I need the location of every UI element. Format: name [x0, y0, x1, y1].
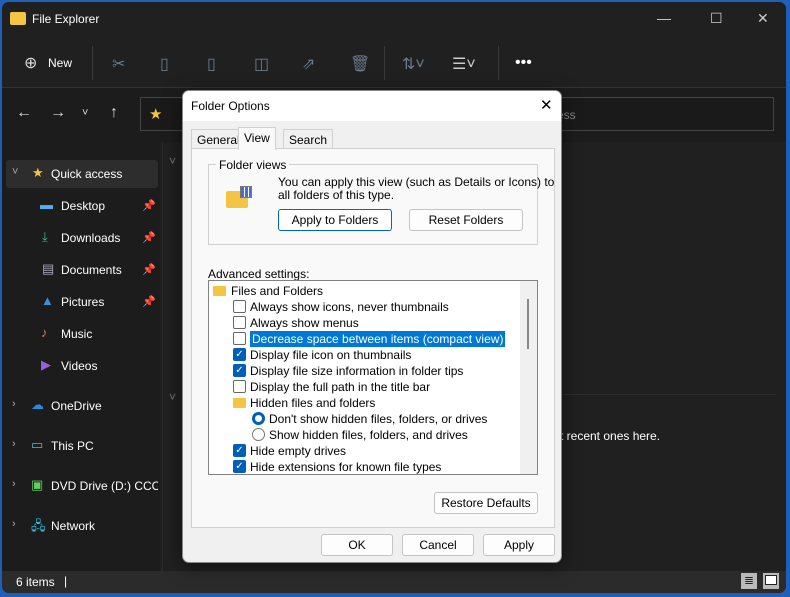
download-icon: ⤓ — [42, 229, 48, 244]
tab-view[interactable]: View — [238, 127, 276, 150]
tiles-view-button[interactable] — [763, 573, 779, 589]
more-icon[interactable]: ••• — [515, 54, 532, 72]
folder-icon — [213, 286, 226, 296]
apply-to-folders-button[interactable]: Apply to Folders — [278, 209, 392, 231]
computer-icon: ▭ — [31, 437, 44, 452]
star-icon: ★ — [32, 165, 44, 180]
folder-views-legend: Folder views — [216, 158, 290, 172]
dvd-drive-icon: ▣ — [31, 477, 44, 492]
sort-icon[interactable]: ⇅˅ — [402, 54, 425, 74]
details-view-button[interactable]: ≣ — [741, 573, 757, 589]
window-title: File Explorer — [32, 12, 100, 26]
rename-icon[interactable]: ◫ — [254, 54, 269, 74]
maximize-button[interactable]: ☐ — [710, 10, 723, 27]
pin-icon: 📌 — [142, 264, 156, 276]
restore-defaults-button[interactable]: Restore Defaults — [434, 492, 538, 514]
share-icon[interactable]: ⇗ — [302, 54, 315, 74]
recent-chevron-icon[interactable]: ˅ — [82, 107, 88, 119]
pin-icon: 📌 — [142, 232, 156, 244]
dialog-close-button[interactable]: ✕ — [540, 96, 553, 114]
checkbox-icon: ✓ — [233, 444, 246, 457]
close-button[interactable]: ✕ — [757, 10, 769, 27]
view-icon[interactable]: ☰˅ — [452, 54, 476, 74]
item-count: 6 items — [16, 575, 55, 589]
checkbox-icon — [233, 300, 246, 313]
paste-icon[interactable]: ▯ — [207, 54, 216, 74]
checkbox-icon — [233, 332, 246, 345]
cloud-icon: ☁ — [31, 397, 44, 412]
command-bar: ⊕ New ✂ ▯ ▯ ◫ ⇗ 🗑 ⇅˅ ☰˅ ••• — [2, 40, 786, 88]
sidebar-item-documents[interactable]: ▤ Documents 📌 — [6, 256, 158, 284]
tab-search[interactable]: Search — [283, 129, 334, 149]
music-icon: ♪ — [41, 325, 48, 340]
cut-icon[interactable]: ✂ — [112, 54, 125, 74]
network-icon: 🖧 — [31, 518, 46, 533]
checkbox-icon: ✓ — [233, 364, 246, 377]
title-bar: File Explorer — ☐ ✕ — [2, 2, 786, 40]
sidebar-item-this-pc[interactable]: › ▭ This PC — [6, 432, 158, 460]
pin-icon: 📌 — [142, 296, 156, 308]
sidebar-item-videos[interactable]: ▶ Videos — [6, 352, 158, 380]
cancel-button[interactable]: Cancel — [402, 534, 474, 556]
copy-icon[interactable]: ▯ — [160, 54, 169, 74]
pin-icon: 📌 — [142, 200, 156, 212]
status-bar: 6 items | ≣ — [2, 571, 786, 593]
section-chevron-icon[interactable]: ˅ — [169, 154, 176, 168]
document-icon: ▤ — [42, 261, 55, 276]
scrollbar-thumb[interactable] — [527, 299, 529, 349]
reset-folders-button[interactable]: Reset Folders — [409, 209, 523, 231]
empty-recent-text: t recent ones here. — [560, 429, 661, 443]
apply-button[interactable]: Apply — [483, 534, 555, 556]
radio-icon — [252, 412, 265, 425]
sidebar-item-dvd-drive[interactable]: › ▣ DVD Drive (D:) CCCC — [6, 472, 158, 500]
plus-icon: ⊕ — [24, 55, 38, 72]
star-icon: ★ — [149, 106, 163, 123]
back-icon[interactable]: ← — [16, 104, 32, 122]
folder-views-icon — [226, 186, 252, 208]
sidebar-item-network[interactable]: › 🖧 Network — [6, 512, 158, 540]
checkbox-icon: ✓ — [233, 348, 246, 361]
advanced-settings-list: Files and Folders Always show icons, neve… — [208, 280, 538, 475]
sidebar-item-pictures[interactable]: ▲ Pictures 📌 — [6, 288, 158, 316]
ok-button[interactable]: OK — [321, 534, 393, 556]
folder-icon — [233, 398, 246, 408]
file-explorer-icon — [10, 12, 26, 25]
section-chevron-icon[interactable]: ˅ — [169, 390, 176, 404]
dialog-title: Folder Options — [191, 99, 270, 113]
delete-icon[interactable]: 🗑 — [350, 54, 370, 74]
advanced-settings-label: Advanced settings: — [208, 267, 310, 281]
up-icon[interactable]: ↑ — [110, 104, 118, 122]
minimize-button[interactable]: — — [657, 10, 671, 26]
videos-icon: ▶ — [41, 357, 51, 372]
sidebar-item-onedrive[interactable]: › ☁ OneDrive — [6, 392, 158, 420]
scrollbar[interactable] — [520, 281, 537, 474]
forward-icon[interactable]: → — [50, 104, 66, 122]
view-tab-panel: Folder views You can apply this view (su… — [191, 148, 555, 528]
pictures-icon: ▲ — [41, 293, 54, 308]
new-button[interactable]: New — [48, 56, 72, 70]
sidebar-item-quick-access[interactable]: ˅ ★ Quick access — [6, 160, 158, 188]
navigation-pane: ˅ ★ Quick access ▬ Desktop 📌 ⤓ Downloads 📌 ▤ D… — [2, 142, 160, 571]
checkbox-icon — [233, 316, 246, 329]
checkbox-icon: ✓ — [233, 460, 246, 473]
checkbox-icon — [233, 380, 246, 393]
desktop-icon: ▬ — [40, 197, 53, 212]
folder-options-dialog: Folder Options ✕ General View Search Fol… — [182, 90, 562, 563]
radio-icon — [252, 428, 265, 441]
sidebar-item-music[interactable]: ♪ Music — [6, 320, 158, 348]
sidebar-item-downloads[interactable]: ⤓ Downloads 📌 — [6, 224, 158, 252]
sidebar-item-desktop[interactable]: ▬ Desktop 📌 — [6, 192, 158, 220]
